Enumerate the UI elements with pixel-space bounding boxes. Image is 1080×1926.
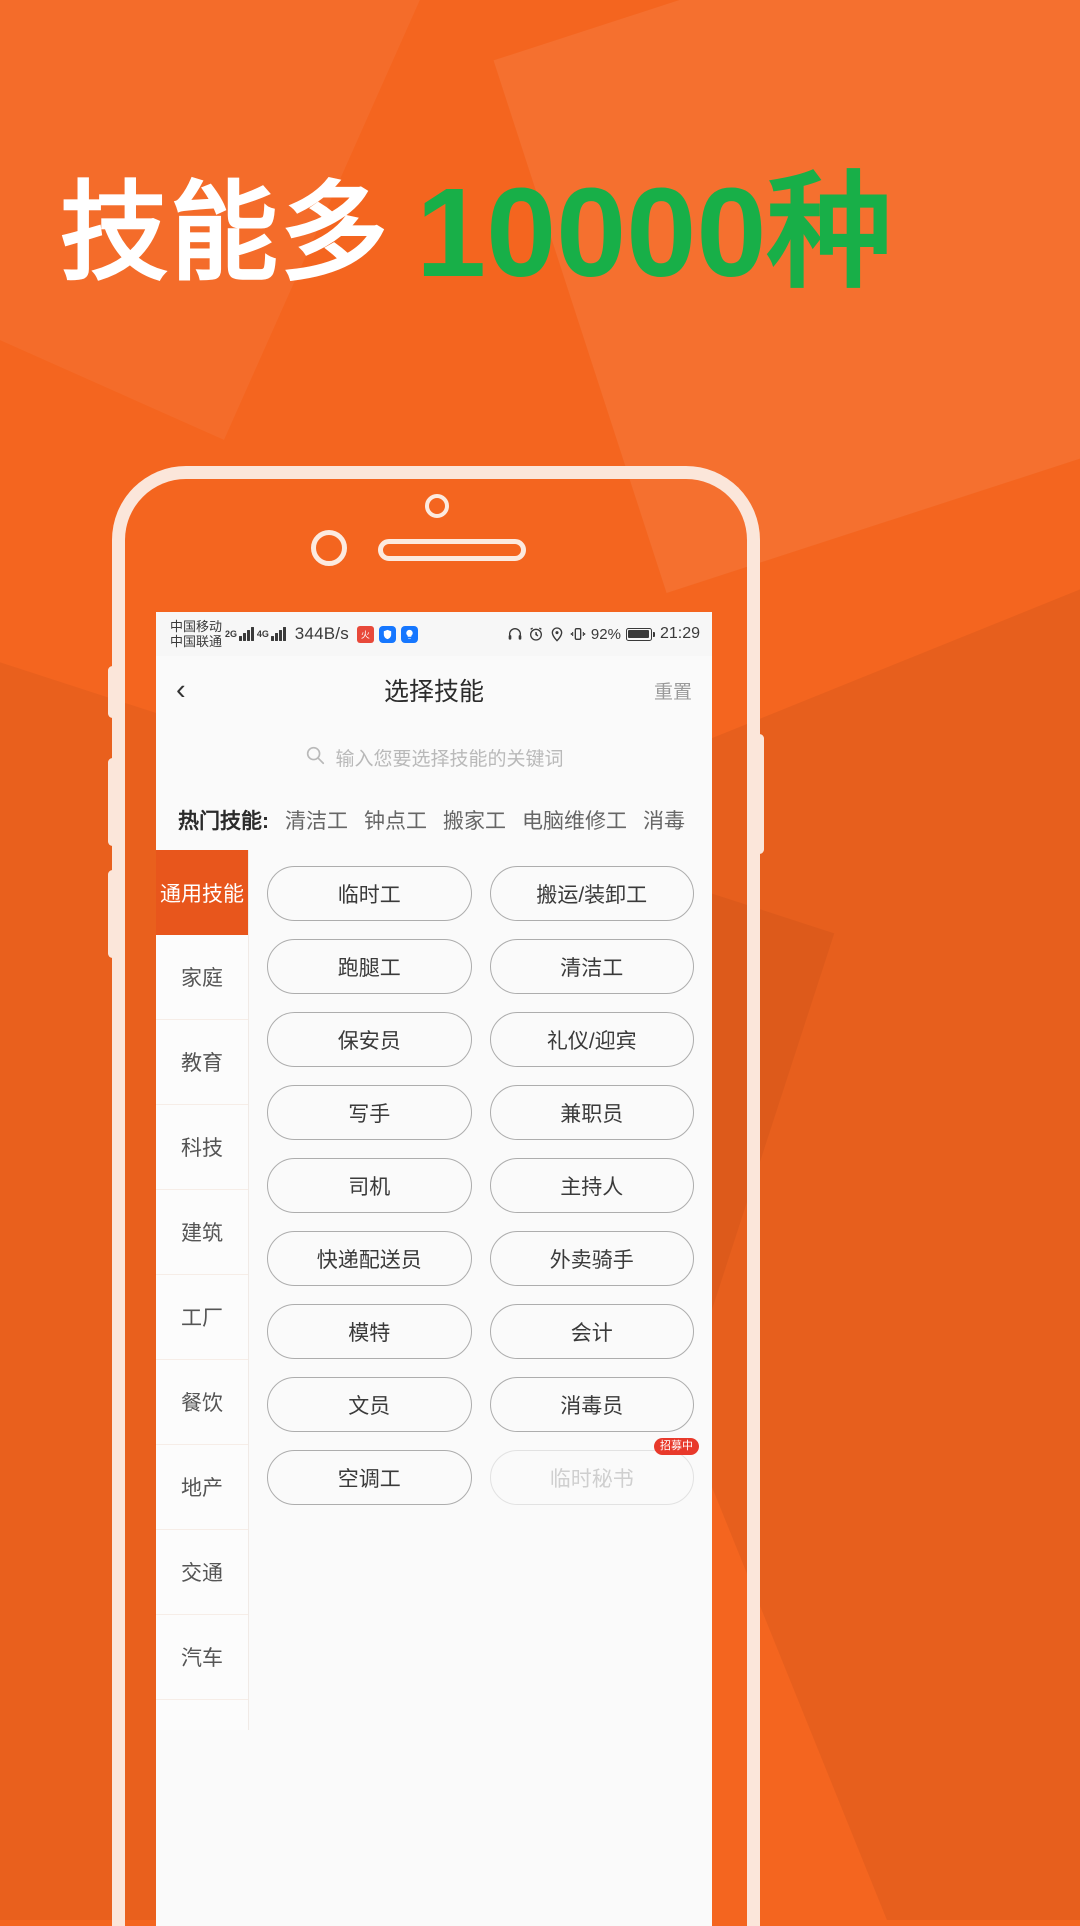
sidebar-item-general[interactable]: 通用技能	[156, 850, 248, 935]
skill-chip[interactable]: 快递配送员	[267, 1231, 472, 1286]
promo-headline: 技能多 10000种	[60, 168, 1040, 298]
skill-chip[interactable]: 跑腿工	[267, 939, 472, 994]
hot-skill-item[interactable]: 搬家工	[443, 805, 506, 835]
skill-row: 模特 会计	[267, 1304, 694, 1359]
skill-chip[interactable]: 搬运/装卸工	[489, 866, 694, 921]
location-icon	[549, 626, 565, 642]
shield-icon	[378, 625, 396, 643]
back-button[interactable]: ‹	[176, 675, 216, 705]
hot-skill-item[interactable]: 钟点工	[364, 805, 427, 835]
phone-screen: 中国移动 中国联通 2G 4G 344B/s 火 92% 21:29 ‹ 选择技…	[156, 612, 712, 1926]
search-row: 输入您要选择技能的关键词	[156, 724, 712, 790]
clock-label: 21:29	[659, 625, 700, 642]
skill-row: 空调工 临时秘书 招募中	[267, 1438, 699, 1505]
fire-sale-icon: 火	[356, 625, 374, 643]
sidebar-item-family[interactable]: 家庭	[156, 935, 248, 1020]
phone-mute-button	[108, 666, 117, 718]
skill-row: 临时工 搬运/装卸工	[267, 866, 694, 921]
signal-1: 2G	[225, 627, 254, 641]
recruiting-badge: 招募中	[654, 1438, 699, 1456]
skill-chip[interactable]: 清洁工	[489, 939, 694, 994]
app-navbar: ‹ 选择技能 重置	[156, 656, 712, 724]
phone-mockup: 中国移动 中国联通 2G 4G 344B/s 火 92% 21:29 ‹ 选择技…	[108, 466, 764, 1926]
skill-chip[interactable]: 外卖骑手	[489, 1231, 694, 1286]
headline-white-text: 技能多	[60, 172, 391, 293]
reset-button[interactable]: 重置	[654, 677, 692, 704]
skill-chip[interactable]: 消毒员	[489, 1377, 694, 1432]
network-type-2-label: 4G	[256, 629, 269, 639]
hot-skill-item[interactable]: 消毒	[643, 805, 685, 835]
skill-chip[interactable]: 会计	[489, 1304, 694, 1359]
skill-chip[interactable]: 礼仪/迎宾	[489, 1012, 694, 1067]
skill-row: 跑腿工 清洁工	[267, 939, 694, 994]
network-type-1-label: 2G	[225, 629, 238, 639]
hot-skill-item[interactable]: 清洁工	[285, 805, 348, 835]
skill-row: 保安员 礼仪/迎宾	[267, 1012, 694, 1067]
phone-volume-up-button	[108, 758, 117, 846]
sidebar-item-transport[interactable]: 交通	[156, 1530, 248, 1615]
skill-chip[interactable]: 写手	[267, 1085, 472, 1140]
alarm-icon	[528, 626, 544, 642]
search-icon	[304, 744, 326, 771]
front-camera-icon	[425, 494, 449, 518]
network-speed-label: 344B/s	[294, 624, 349, 643]
skill-chip[interactable]: 司机	[267, 1158, 472, 1213]
skill-chip[interactable]: 兼职员	[489, 1085, 694, 1140]
sidebar-item-construction[interactable]: 建筑	[156, 1190, 248, 1275]
skill-chip[interactable]: 保安员	[267, 1012, 472, 1067]
hot-skills-label: 热门技能:	[178, 810, 269, 833]
sidebar-item-realestate[interactable]: 地产	[156, 1445, 248, 1530]
status-bar-right: 92% 21:29	[507, 625, 700, 643]
earpiece-speaker	[378, 539, 526, 561]
skill-chip[interactable]: 文员	[267, 1377, 472, 1432]
sidebar-item-catering[interactable]: 餐饮	[156, 1360, 248, 1445]
skill-chip[interactable]: 模特	[267, 1304, 472, 1359]
headline-green-text: 10000种	[416, 162, 893, 303]
skill-row: 司机 主持人	[267, 1158, 694, 1213]
bulb-icon	[400, 625, 418, 643]
hot-skills-row: 热门技能: 清洁工 钟点工 搬家工 电脑维修工 消毒	[156, 790, 712, 850]
skill-row: 写手 兼职员	[267, 1085, 694, 1140]
signal-2: 4G	[257, 627, 286, 641]
category-sidebar: 通用技能 家庭 教育 科技 建筑 工厂 餐饮 地产 交通 汽车	[156, 850, 249, 1730]
page-title: 选择技能	[383, 678, 484, 706]
signal-bars-2-icon	[270, 627, 286, 641]
status-bar: 中国移动 中国联通 2G 4G 344B/s 火 92% 21:29	[156, 612, 712, 656]
sensor-icon	[311, 530, 347, 566]
skill-chip-label: 临时秘书	[549, 1467, 634, 1491]
battery-percent-label: 92%	[590, 625, 621, 643]
skill-row: 文员 消毒员	[267, 1377, 694, 1432]
phone-volume-down-button	[108, 870, 117, 958]
carrier-names: 中国移动 中国联通	[170, 619, 222, 649]
carrier-2-label: 中国联通	[170, 634, 223, 649]
carrier-1-label: 中国移动	[170, 619, 223, 634]
skill-chip[interactable]: 空调工	[267, 1450, 472, 1505]
battery-icon	[625, 627, 655, 641]
notification-icons: 火	[356, 625, 418, 643]
search-input[interactable]: 输入您要选择技能的关键词	[304, 744, 564, 771]
headset-icon	[507, 626, 523, 642]
skill-chip-grid: 临时工 搬运/装卸工 跑腿工 清洁工 保安员 礼仪/迎宾 写手 兼职员 司机 主…	[249, 850, 712, 1730]
skill-chip[interactable]: 主持人	[489, 1158, 694, 1213]
search-placeholder: 输入您要选择技能的关键词	[335, 748, 564, 770]
skill-content: 通用技能 家庭 教育 科技 建筑 工厂 餐饮 地产 交通 汽车 临时工 搬运/装…	[156, 850, 712, 1730]
sidebar-item-automobile[interactable]: 汽车	[156, 1615, 248, 1700]
hot-skill-item[interactable]: 电脑维修工	[522, 805, 627, 835]
skill-chip[interactable]: 临时秘书 招募中	[489, 1438, 699, 1505]
vibrate-icon	[570, 626, 586, 642]
signal-bars-1-icon	[239, 627, 254, 641]
sidebar-item-technology[interactable]: 科技	[156, 1105, 248, 1190]
skill-chip[interactable]: 临时工	[267, 866, 472, 921]
sidebar-item-factory[interactable]: 工厂	[156, 1275, 248, 1360]
skill-row: 快递配送员 外卖骑手	[267, 1231, 694, 1286]
sidebar-item-education[interactable]: 教育	[156, 1020, 248, 1105]
phone-power-button	[755, 734, 764, 854]
